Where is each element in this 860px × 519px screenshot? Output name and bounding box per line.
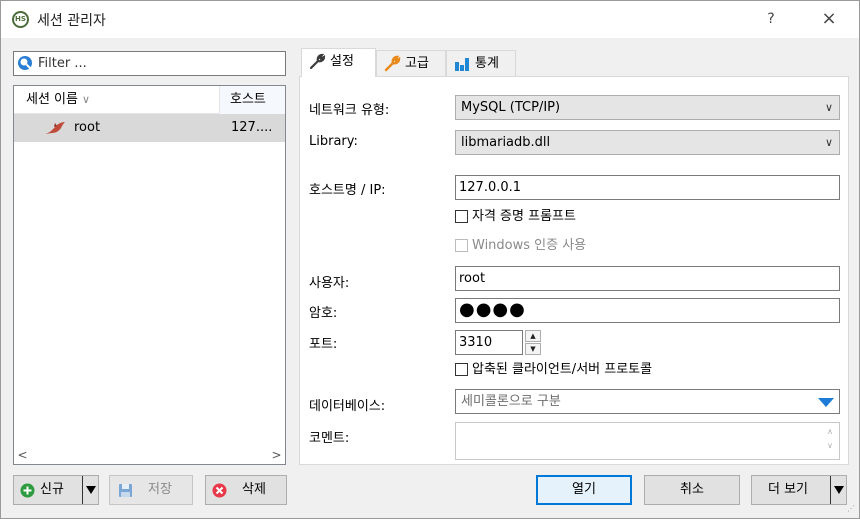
save-button-label: 저장 <box>148 482 172 497</box>
new-button-label: 신규 <box>40 482 64 497</box>
session-list: 세션 이름 ∨ 호스트 root 127.... < > <box>13 85 286 465</box>
library-label: Library: <box>309 134 358 149</box>
hostname-input[interactable]: 127.0.0.1 <box>455 175 840 200</box>
column-header-host[interactable]: 호스트 <box>219 86 285 114</box>
comment-textarea[interactable]: ∧ ∨ <box>455 422 840 460</box>
library-value: libmariadb.dll <box>461 135 551 150</box>
open-button[interactable]: 열기 <box>536 475 632 505</box>
comment-label: 코멘트: <box>309 431 350 446</box>
network-type-value: MySQL (TCP/IP) <box>461 100 561 115</box>
password-input[interactable]: ●●●● <box>455 298 840 323</box>
wrench-orange-icon <box>384 55 401 72</box>
databases-label: 데이터베이스: <box>309 399 386 414</box>
compressed-protocol-label: 압축된 클라이언트/서버 프로토콜 <box>472 362 653 377</box>
port-input[interactable]: 3310 <box>455 330 523 355</box>
search-icon <box>18 56 32 70</box>
chevron-down-icon: ∨ <box>824 136 833 149</box>
bar-chart-icon <box>455 58 469 71</box>
title-bar: HS 세션 관리자 ? × <box>1 1 859 38</box>
new-dropdown-arrow[interactable] <box>82 476 98 504</box>
save-button[interactable]: 저장 <box>109 475 193 505</box>
user-label: 사용자: <box>309 276 350 291</box>
delete-button-label: 삭제 <box>242 482 266 497</box>
password-label: 암호: <box>309 306 338 321</box>
comment-scrollbar[interactable]: ∧ ∨ <box>823 425 837 457</box>
stepper-down-icon[interactable]: ▼ <box>525 343 541 355</box>
network-type-select[interactable]: MySQL (TCP/IP) ∨ <box>455 95 840 120</box>
tab-statistics-label: 통계 <box>475 56 499 71</box>
window-title: 세션 관리자 <box>37 13 106 29</box>
app-logo-icon: HS <box>12 11 29 28</box>
delete-x-icon <box>212 483 227 498</box>
tab-advanced-label: 고급 <box>405 56 429 71</box>
plus-circle-icon <box>20 483 35 498</box>
session-host: 127.... <box>231 120 273 135</box>
checkbox-box <box>455 239 468 252</box>
stepper-up-icon[interactable]: ▲ <box>525 330 541 342</box>
more-button-label: 더 보기 <box>768 482 809 497</box>
session-name: root <box>74 120 101 135</box>
scroll-left-icon[interactable]: < <box>14 447 31 464</box>
windows-auth-checkbox[interactable]: Windows 인증 사용 <box>455 237 586 255</box>
windows-auth-label: Windows 인증 사용 <box>472 238 587 253</box>
more-dropdown-arrow[interactable] <box>830 476 846 504</box>
resize-grip-icon[interactable]: ⋰ <box>847 505 857 516</box>
wrench-icon <box>309 53 326 70</box>
databases-placeholder: 세미콜론으로 구분 <box>461 394 561 409</box>
help-button[interactable]: ? <box>756 4 786 34</box>
library-select[interactable]: libmariadb.dll ∨ <box>455 130 840 155</box>
tab-settings[interactable]: 설정 <box>301 48 376 77</box>
checkbox-box <box>455 210 468 223</box>
tab-advanced[interactable]: 고급 <box>376 50 446 77</box>
settings-panel: 네트워크 유형: MySQL (TCP/IP) ∨ Library: libma… <box>299 76 849 465</box>
session-list-header: 세션 이름 ∨ 호스트 <box>14 86 285 114</box>
filter-box <box>13 51 286 76</box>
close-button[interactable]: × <box>811 4 847 34</box>
network-type-label: 네트워크 유형: <box>309 103 390 118</box>
chevron-down-icon: ∨ <box>824 101 833 114</box>
databases-select[interactable]: 세미콜론으로 구분 <box>455 389 840 414</box>
column-header-session-name[interactable]: 세션 이름 ∨ <box>14 86 219 114</box>
user-input[interactable]: root <box>455 266 840 291</box>
cancel-button[interactable]: 취소 <box>644 475 740 505</box>
mariadb-dolphin-icon <box>45 122 65 134</box>
tab-statistics[interactable]: 통계 <box>446 50 516 77</box>
horizontal-scrollbar[interactable]: < > <box>14 447 285 464</box>
prompt-credentials-label: 자격 증명 프롬프트 <box>472 209 576 224</box>
port-stepper[interactable]: ▲ ▼ <box>525 330 541 355</box>
hostname-label: 호스트명 / IP: <box>309 183 386 198</box>
filter-input[interactable] <box>38 54 278 73</box>
session-manager-window: HS 세션 관리자 ? × 세션 이름∨ 호스트 root 127.... < <box>0 0 860 519</box>
compressed-protocol-checkbox[interactable]: 압축된 클라이언트/서버 프로토콜 <box>455 361 652 379</box>
prompt-credentials-checkbox[interactable]: 자격 증명 프롬프트 <box>455 208 576 226</box>
tab-settings-label: 설정 <box>330 54 354 69</box>
port-label: 포트: <box>309 337 338 352</box>
delete-button[interactable]: 삭제 <box>205 475 287 505</box>
scroll-right-icon[interactable]: > <box>268 447 285 464</box>
new-button[interactable]: 신규 <box>13 475 99 505</box>
floppy-disk-icon <box>119 484 132 497</box>
checkbox-box <box>455 363 468 376</box>
dropdown-triangle-icon[interactable] <box>818 398 834 407</box>
more-button[interactable]: 더 보기 <box>751 475 847 505</box>
sort-chevron-icon: ∨ <box>81 93 91 106</box>
session-row[interactable]: root 127.... <box>14 114 285 142</box>
